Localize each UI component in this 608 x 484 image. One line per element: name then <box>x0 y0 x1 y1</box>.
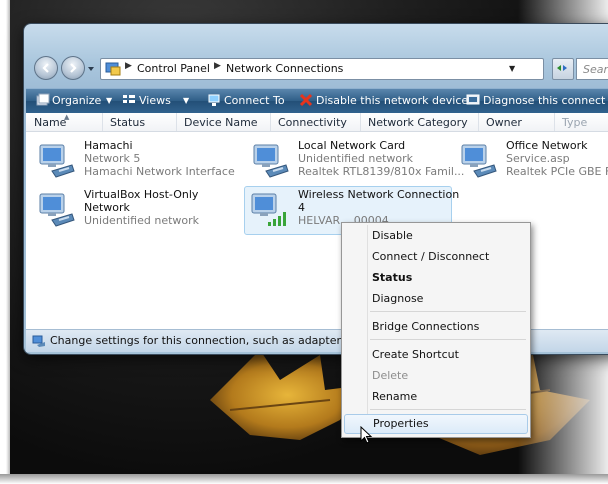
control-panel-icon <box>105 62 121 76</box>
column-connectivity[interactable]: Connectivity <box>278 116 347 129</box>
breadcrumb-control-panel[interactable]: Control Panel <box>137 62 210 75</box>
menu-item-label: Connect / Disconnect <box>372 250 490 263</box>
menu-item-connect-disconnect[interactable]: Connect / Disconnect <box>344 247 528 267</box>
connect-to-button[interactable]: Connect To <box>224 94 285 107</box>
diagnose-connection-button[interactable]: Diagnose this connect <box>483 94 605 107</box>
title-bar[interactable] <box>24 24 608 52</box>
menu-item-status[interactable]: Status <box>344 268 528 288</box>
column-divider[interactable] <box>554 113 555 131</box>
diagnose-icon <box>466 94 480 105</box>
network-status-icon <box>32 335 45 347</box>
menu-item-rename[interactable]: Rename <box>344 387 528 407</box>
column-divider[interactable] <box>478 113 479 131</box>
refresh-button[interactable] <box>552 58 574 80</box>
menu-item-bridge-connections[interactable]: Bridge Connections <box>344 317 528 337</box>
connection-name: Wireless Network Connection <box>298 188 460 201</box>
network-adapter-icon <box>461 144 497 178</box>
connection-device: Realtek PCIe GBE Fa <box>506 165 608 178</box>
organize-icon <box>36 93 50 106</box>
search-box[interactable]: Search <box>576 58 608 80</box>
menu-separator <box>370 339 526 340</box>
menu-item-label: Diagnose <box>372 292 424 305</box>
column-device-name[interactable]: Device Name <box>184 116 258 129</box>
connection-name: Hamachi <box>84 139 133 152</box>
column-divider[interactable] <box>176 113 177 131</box>
connection-status: Service.asp <box>506 152 570 165</box>
network-adapter-icon <box>253 144 289 178</box>
connection-name: Office Network <box>506 139 588 152</box>
views-button[interactable]: Views <box>139 94 171 107</box>
command-toolbar: Organize ▼ Views ▼ Connect To Disable th… <box>26 88 608 113</box>
connection-item-virtualbox[interactable]: VirtualBox Host-Only Network Unidentifie… <box>34 188 239 232</box>
organize-button[interactable]: Organize <box>52 94 101 107</box>
recent-pages-dropdown-icon[interactable] <box>87 64 95 74</box>
menu-item-diagnose[interactable]: Diagnose <box>344 289 528 309</box>
menu-item-label: Create Shortcut <box>372 348 459 361</box>
column-divider[interactable] <box>102 113 103 131</box>
views-dropdown-icon[interactable]: ▼ <box>183 96 189 105</box>
views-icon <box>123 95 135 103</box>
wireless-adapter-icon <box>251 193 286 226</box>
back-button[interactable] <box>34 56 58 80</box>
search-placeholder: Search <box>583 63 608 76</box>
column-header-row: Name ▲ Status Device Name Connectivity N… <box>26 113 608 132</box>
frame-bottom-edge <box>0 474 608 484</box>
menu-item-label: Rename <box>372 390 418 403</box>
disable-x-icon <box>299 93 313 107</box>
connection-status: Unidentified network <box>298 152 414 165</box>
menu-item-label: Disable <box>372 229 413 242</box>
forward-button[interactable] <box>61 56 85 80</box>
connection-item-local-network-card[interactable]: Local Network Card Unidentified network … <box>248 139 464 183</box>
connection-name-continued: 4 <box>298 201 305 214</box>
column-status[interactable]: Status <box>110 116 145 129</box>
column-network-category[interactable]: Network Category <box>368 116 468 129</box>
connection-device: Realtek RTL8139/810x Famil... <box>298 165 465 178</box>
menu-item-create-shortcut[interactable]: Create Shortcut <box>344 345 528 365</box>
breadcrumb-arrow-icon: ▶ <box>125 61 132 71</box>
network-adapter-icon <box>39 144 75 178</box>
menu-item-delete[interactable]: Delete <box>344 366 528 386</box>
connection-name-continued: Network <box>84 201 130 214</box>
sort-ascending-icon: ▲ <box>64 113 70 121</box>
connection-item-office-network[interactable]: Office Network Service.asp Realtek PCIe … <box>456 139 608 183</box>
connect-to-icon <box>208 94 220 106</box>
forward-arrow-icon <box>70 63 77 73</box>
column-divider[interactable] <box>270 113 271 131</box>
connection-name: Local Network Card <box>298 139 406 152</box>
address-bar[interactable]: ▶ Control Panel ▶ Network Connections ▼ <box>100 58 544 80</box>
menu-separator <box>370 311 526 312</box>
menu-item-label: Properties <box>373 417 429 430</box>
connection-status: Unidentified network <box>84 214 200 227</box>
breadcrumb-network-connections[interactable]: Network Connections <box>226 62 343 75</box>
refresh-icon <box>557 65 567 71</box>
network-adapter-icon <box>39 193 75 227</box>
column-type[interactable]: Type <box>562 116 587 129</box>
address-dropdown-icon[interactable]: ▼ <box>509 64 515 73</box>
back-arrow-icon <box>42 63 49 73</box>
organize-dropdown-icon[interactable]: ▼ <box>106 96 112 105</box>
connection-status: Network 5 <box>84 152 141 165</box>
mouse-cursor-icon <box>360 426 373 444</box>
menu-item-label: Bridge Connections <box>372 320 480 333</box>
disable-network-device-button[interactable]: Disable this network device <box>316 94 468 107</box>
frame-left-edge <box>0 0 10 484</box>
menu-separator <box>370 409 526 410</box>
menu-item-label: Status <box>372 271 413 284</box>
menu-item-label: Delete <box>372 369 409 382</box>
connection-device: Hamachi Network Interface <box>84 165 235 178</box>
status-bar-text: Change settings for this connection, suc… <box>50 334 371 347</box>
connection-item-hamachi[interactable]: Hamachi Network 5 Hamachi Network Interf… <box>34 139 239 183</box>
breadcrumb-arrow-icon: ▶ <box>214 61 221 71</box>
column-divider[interactable] <box>360 113 361 131</box>
column-owner[interactable]: Owner <box>486 116 522 129</box>
connection-name: VirtualBox Host-Only <box>84 188 199 201</box>
menu-item-disable[interactable]: Disable <box>344 226 528 246</box>
navigation-bar: ▶ Control Panel ▶ Network Connections ▼ … <box>34 56 608 82</box>
column-name[interactable]: Name <box>34 116 66 129</box>
context-menu: Disable Connect / Disconnect Status Diag… <box>341 222 531 438</box>
